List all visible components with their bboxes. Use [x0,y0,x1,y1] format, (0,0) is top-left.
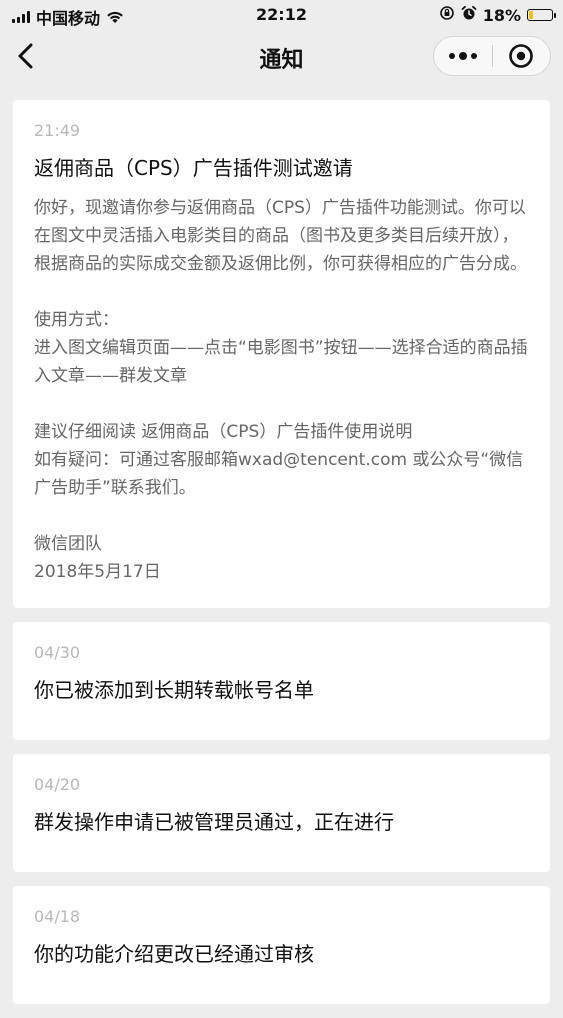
notification-card[interactable]: 21:49 返佣商品（CPS）广告插件测试邀请 你好，现邀请你参与返佣商品（CP… [13,100,550,608]
battery-icon [527,9,556,21]
notification-date: 04/18 [34,907,81,926]
notification-date: 21:49 [34,121,81,140]
body-paragraph-intro: 你好，现邀请你参与返佣商品（CPS）广告插件功能测试。你可以在图文中灵活插入电影… [34,198,527,274]
status-bar: 中国移动 22:12 18% [0,0,563,30]
alarm-icon [461,5,477,25]
body-paragraph-usage: 使用方式： 进入图文编辑页面——点击“电影图书”按钮——选择合适的商品插入文章—… [34,310,528,386]
body-paragraph-contact: 建议仔细阅读 返佣商品（CPS）广告插件使用说明 如有疑问：可通过客服邮箱wxa… [34,422,524,498]
notification-title: 你已被添加到长期转载帐号名单 [34,678,314,702]
status-right: 18% [439,5,556,25]
notification-card[interactable]: 04/30 你已被添加到长期转载帐号名单 [13,622,550,740]
close-miniprogram-button[interactable] [492,37,550,75]
more-dots-icon [448,51,477,60]
battery-fill [529,11,533,19]
more-button[interactable] [434,37,492,75]
notification-card[interactable]: 04/18 你的功能介绍更改已经通过审核 [13,886,550,1004]
capsule-menu [433,36,551,76]
target-circle-icon [509,44,534,68]
notification-date: 04/20 [34,775,81,794]
notification-date: 04/30 [34,643,81,662]
orientation-lock-icon [439,5,455,25]
body-paragraph-signature: 微信团队 2018年5月17日 [34,534,161,582]
nav-bar: 通知 [0,30,563,82]
notification-title: 你的功能介绍更改已经通过审核 [34,942,314,966]
notification-body: 你好，现邀请你参与返佣商品（CPS）广告插件功能测试。你可以在图文中灵活插入电影… [34,194,529,586]
notification-title: 返佣商品（CPS）广告插件测试邀请 [34,156,353,180]
notification-list: 21:49 返佣商品（CPS）广告插件测试邀请 你好，现邀请你参与返佣商品（CP… [13,100,550,1018]
notification-card[interactable]: 04/20 群发操作申请已被管理员通过，正在进行 [13,754,550,872]
notification-title: 群发操作申请已被管理员通过，正在进行 [34,810,394,834]
battery-percent: 18% [482,5,521,25]
